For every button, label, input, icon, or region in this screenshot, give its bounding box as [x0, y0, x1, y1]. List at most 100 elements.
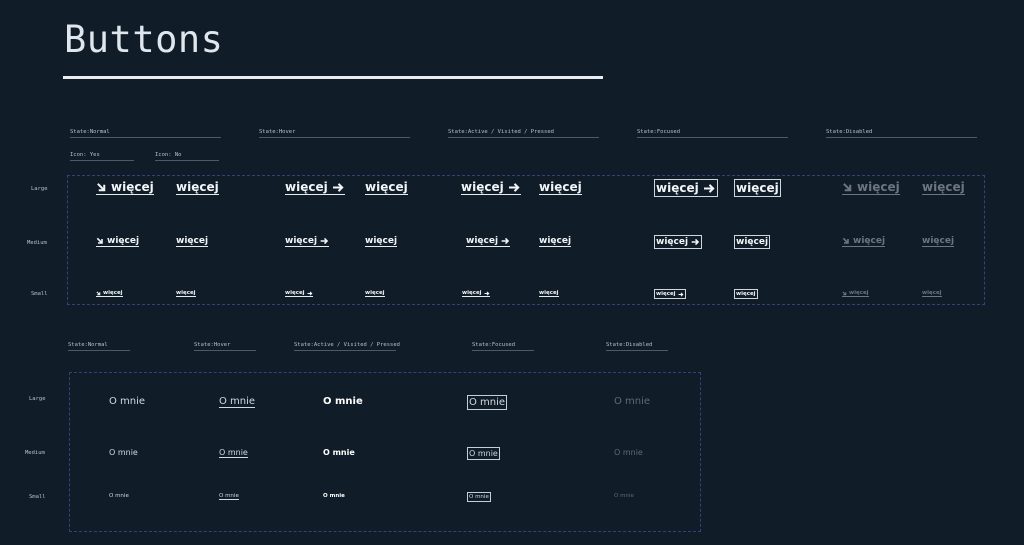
button-label: więcej — [285, 236, 318, 246]
wiecej-button-medium-disabled: więcej — [922, 236, 955, 247]
wiecej-button-small-active-icon[interactable]: więcej — [462, 290, 490, 297]
button-label: więcej — [853, 236, 886, 246]
button-label: więcej — [365, 236, 398, 246]
button-label: więcej — [539, 290, 559, 296]
omnie-link-small-focused[interactable]: O mnie — [467, 492, 491, 502]
page-title: Buttons — [64, 18, 224, 61]
wiecej-button-small-focused[interactable]: więcej — [734, 289, 758, 299]
wiecej-button-medium-hover-icon[interactable]: więcej — [285, 236, 330, 247]
wiecej-button-small-active[interactable]: więcej — [539, 290, 559, 297]
link-size-label-small: Small — [29, 494, 46, 500]
omnie-link-medium-focused[interactable]: O mnie — [467, 447, 500, 460]
omnie-link-small-normal[interactable]: O mnie — [109, 493, 129, 499]
omnie-link-large-hover[interactable]: O mnie — [219, 396, 256, 408]
button-label: więcej — [176, 236, 209, 246]
wiecej-button-small-normal[interactable]: więcej — [176, 290, 196, 297]
wiecej-button-medium-focused-icon[interactable]: więcej — [653, 235, 703, 249]
state-label-active: State:Active / Visited / Pressed — [448, 129, 599, 138]
wiecej-button-small-normal-icon[interactable]: więcej — [96, 290, 123, 297]
icon-yes-label: Icon: Yes — [70, 152, 134, 161]
arrow-down-right-icon — [842, 237, 849, 244]
wiecej-button-large-active-icon[interactable]: więcej — [461, 180, 521, 195]
icon-no-label: Icon: No — [155, 152, 219, 161]
omnie-link-medium-active[interactable]: O mnie — [323, 448, 355, 457]
wiecej-button-large-hover[interactable]: więcej — [365, 180, 408, 195]
state-label-disabled: State:Disabled — [826, 129, 977, 138]
omnie-link-large-disabled: O mnie — [614, 396, 651, 407]
arrow-down-right-icon — [842, 290, 847, 295]
omnie-link-large-normal[interactable]: O mnie — [109, 396, 145, 407]
size-label-medium: Medium — [27, 240, 47, 246]
wiecej-button-large-focused[interactable]: więcej — [734, 179, 781, 197]
arrow-right-icon — [678, 291, 684, 297]
size-label-small: Small — [31, 291, 48, 297]
wiecej-button-medium-active[interactable]: więcej — [539, 236, 572, 247]
arrow-right-icon — [691, 238, 700, 246]
arrow-right-icon — [307, 290, 313, 296]
link-state-label-normal: State:Normal — [68, 342, 130, 351]
wiecej-button-small-hover-icon[interactable]: więcej — [285, 290, 313, 297]
link-state-label-disabled: State:Disabled — [606, 342, 668, 351]
button-label: więcej — [285, 180, 328, 194]
size-label-large: Large — [31, 186, 48, 192]
link-size-label-large: Large — [29, 396, 46, 402]
arrow-right-icon — [501, 237, 510, 245]
omnie-link-small-active[interactable]: O mnie — [323, 493, 345, 499]
button-label: więcej — [857, 180, 900, 194]
state-label-normal: State:Normal — [70, 129, 221, 138]
omnie-link-medium-normal[interactable]: O mnie — [109, 448, 138, 457]
wiecej-button-small-focused-icon[interactable]: więcej — [654, 289, 686, 299]
button-label: więcej — [107, 236, 140, 246]
wiecej-button-medium-active-icon[interactable]: więcej — [466, 236, 511, 247]
button-label: więcej — [176, 180, 219, 194]
button-label: więcej — [466, 236, 499, 246]
button-label: więcej — [176, 290, 196, 296]
wiecej-button-small-hover[interactable]: więcej — [365, 290, 385, 297]
wiecej-button-large-disabled-icon: więcej — [842, 180, 900, 195]
button-label: więcej — [922, 236, 955, 246]
state-label-focused: State:Focused — [637, 129, 788, 138]
wiecej-button-medium-focused[interactable]: więcej — [733, 235, 771, 249]
button-label: więcej — [285, 290, 305, 296]
wiecej-button-medium-hover[interactable]: więcej — [365, 236, 398, 247]
omnie-link-small-disabled: O mnie — [614, 493, 634, 499]
wiecej-button-large-normal[interactable]: więcej — [176, 180, 219, 195]
button-label: więcej — [656, 291, 676, 297]
button-label: więcej — [462, 290, 482, 296]
button-label: więcej — [736, 237, 769, 247]
wiecej-button-medium-disabled-icon: więcej — [842, 236, 886, 247]
wiecej-button-large-hover-icon[interactable]: więcej — [285, 180, 345, 195]
button-label: więcej — [461, 180, 504, 194]
arrow-right-icon — [332, 182, 344, 192]
omnie-link-small-hover[interactable]: O mnie — [219, 493, 239, 500]
wiecej-button-large-focused-icon[interactable]: więcej — [654, 179, 718, 197]
link-state-label-focused: State:Focused — [472, 342, 534, 351]
arrow-right-icon — [484, 290, 490, 296]
omnie-link-medium-hover[interactable]: O mnie — [219, 448, 248, 458]
button-label: więcej — [922, 290, 942, 296]
button-label: więcej — [539, 180, 582, 194]
wiecej-button-medium-normal[interactable]: więcej — [176, 236, 209, 247]
arrow-right-icon — [703, 183, 715, 193]
arrow-right-icon — [508, 182, 520, 192]
wiecej-button-large-normal-icon[interactable]: więcej — [96, 180, 154, 195]
omnie-link-large-active[interactable]: O mnie — [323, 396, 363, 407]
button-label: więcej — [111, 180, 154, 194]
arrow-right-icon — [320, 237, 329, 245]
arrow-down-right-icon — [97, 182, 106, 191]
button-label: więcej — [736, 291, 756, 297]
link-state-label-hover: State:Hover — [194, 342, 256, 351]
link-size-label-medium: Medium — [25, 450, 45, 456]
button-label: więcej — [103, 290, 123, 296]
wiecej-button-medium-normal-icon[interactable]: więcej — [96, 236, 140, 247]
button-label: więcej — [849, 290, 869, 296]
wiecej-button-large-active[interactable]: więcej — [539, 180, 582, 195]
button-label: więcej — [922, 180, 965, 194]
link-variants-frame — [69, 372, 701, 532]
wiecej-button-small-disabled: więcej — [922, 290, 942, 297]
arrow-down-right-icon — [96, 290, 101, 295]
omnie-link-large-focused[interactable]: O mnie — [466, 395, 508, 410]
button-label: więcej — [656, 237, 689, 247]
button-label: więcej — [656, 181, 699, 195]
button-label: więcej — [539, 236, 572, 246]
